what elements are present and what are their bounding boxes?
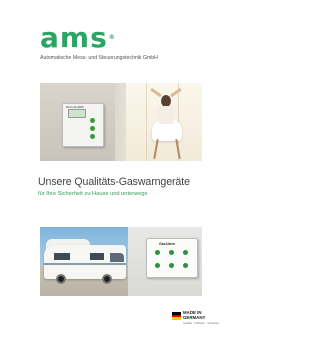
device-led [90, 118, 95, 123]
device-title: GasAlarm [159, 242, 176, 246]
badge-subtext: Qualität · Präzision · Sicherheit [183, 322, 219, 325]
device-led [90, 126, 95, 131]
wheel [102, 274, 112, 284]
device-led [155, 263, 160, 268]
device-led [183, 263, 188, 268]
badge-text: MADE IN GERMANY [183, 310, 205, 320]
registered-mark: ® [108, 34, 116, 41]
motorhome-window [90, 253, 104, 260]
gas-detector-device: DUO ALARM [62, 103, 104, 147]
made-in-germany-badge: MADE IN GERMANY Qualität · Präzision · S… [172, 310, 220, 334]
badge-country: GERMANY [183, 315, 206, 320]
lifestyle-photo-motorhome: GasAlarm [40, 227, 202, 296]
german-flag-icon [172, 312, 181, 320]
device-led [169, 250, 174, 255]
device-display [68, 109, 86, 118]
gas-alarm-device: GasAlarm [146, 238, 198, 278]
motorhome-window [54, 253, 70, 260]
page-title: Unsere Qualitäts-Gaswarngeräte [38, 176, 190, 188]
lifestyle-photo-home: DUO ALARM [40, 83, 202, 161]
logo-text: ams [40, 21, 108, 54]
ams-logo: ams® [40, 24, 116, 52]
motorhome-cab [110, 253, 124, 262]
person-body [158, 106, 174, 124]
device-led [169, 263, 174, 268]
device-led [155, 250, 160, 255]
motorhome-stripe [44, 263, 126, 265]
brochure-cover: ams® Automatische Mess- und Steuerungste… [0, 0, 244, 342]
device-led [90, 134, 95, 139]
window-frame [146, 83, 147, 161]
motorhome [44, 245, 126, 279]
device-led [183, 250, 188, 255]
company-name: Automatische Mess- und Steuerungstechnik… [40, 55, 158, 61]
wheel [56, 274, 66, 284]
page-subtitle: für Ihre Sicherheit zu Hause und unterwe… [38, 191, 148, 197]
